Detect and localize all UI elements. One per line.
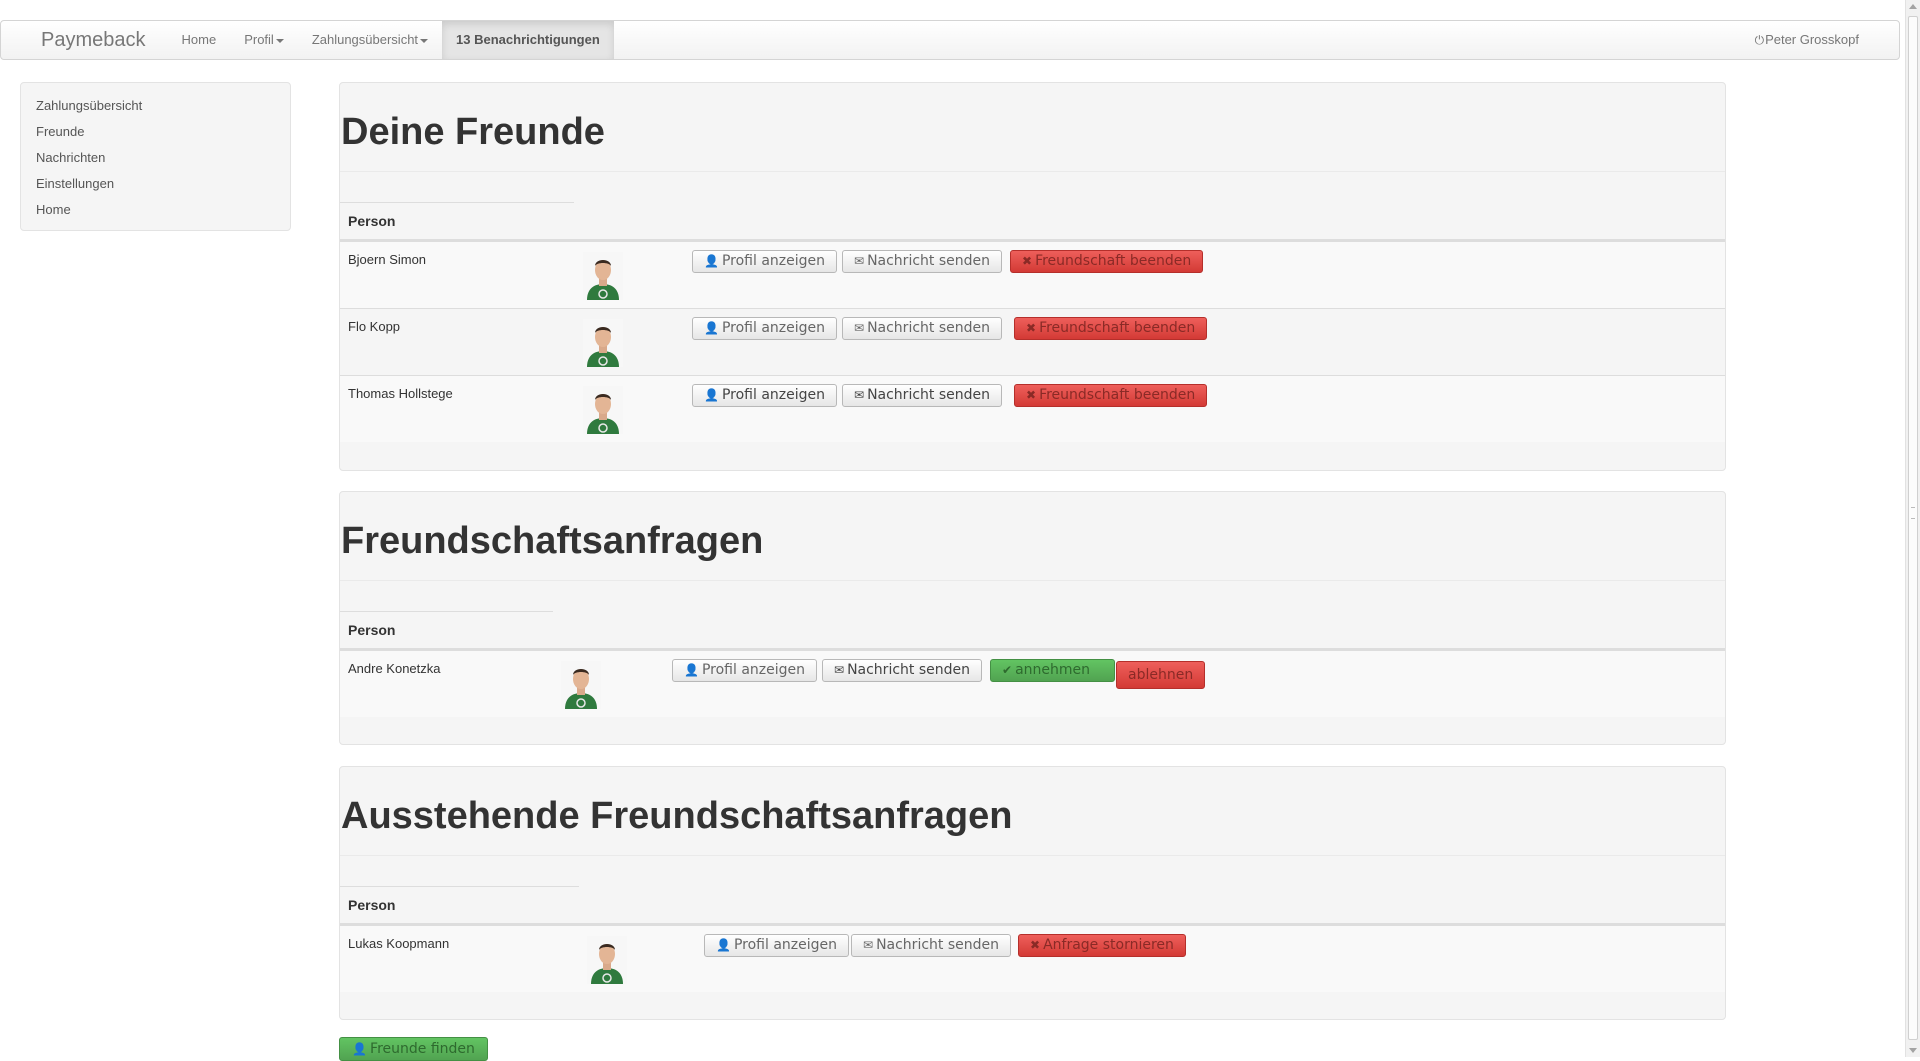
- profile-button[interactable]: 👤 Profil anzeigen: [692, 384, 837, 407]
- envelope-icon: ✉: [834, 663, 845, 677]
- sidebar: Zahlungsübersicht Freunde Nachrichten Ei…: [20, 82, 291, 231]
- profile-button-label: Profil anzeigen: [733, 937, 837, 953]
- profile-button[interactable]: 👤 Profil anzeigen: [672, 659, 817, 682]
- profile-button-label: Profil anzeigen: [721, 387, 825, 403]
- envelope-icon: ✉: [854, 388, 865, 402]
- sidebar-item-nachrichten[interactable]: Nachrichten: [36, 145, 275, 171]
- person-name: Thomas Hollstege: [348, 386, 453, 401]
- nav-profil-label: Profil: [244, 32, 274, 47]
- column-header-person: Person: [340, 886, 579, 923]
- message-button[interactable]: ✉ Nachricht senden: [822, 659, 982, 682]
- top-navbar: Paymeback Home Profil Zahlungsübersicht …: [0, 20, 1900, 60]
- power-icon: ⏻: [1754, 33, 1765, 47]
- table-row: Andre Konetzka 👤 Profil anzeigen ✉ Nachric…: [340, 650, 1725, 717]
- remove-icon: ✖: [1026, 388, 1037, 402]
- decline-label: ablehnen: [1128, 667, 1194, 683]
- remove-icon: ✖: [1026, 321, 1037, 335]
- nav-notifications[interactable]: 13 Benachrichtigungen: [442, 21, 614, 59]
- column-header-person: Person: [340, 202, 574, 239]
- vertical-scrollbar[interactable]: [1905, 0, 1920, 1057]
- table-row: Lukas Koopmann 👤 Profil anzeigen ✉ Nachric…: [340, 925, 1725, 992]
- message-button-label: Nachricht senden: [867, 320, 990, 336]
- avatar: [561, 661, 601, 709]
- user-icon: 👤: [704, 254, 719, 268]
- sidebar-item-home[interactable]: Home: [36, 197, 275, 223]
- nav-zahlungen-dropdown[interactable]: Zahlungsübersicht: [298, 21, 442, 59]
- scroll-down-arrow-icon[interactable]: [1909, 1048, 1917, 1053]
- cancel-request-button[interactable]: ✖ Anfrage stornieren: [1018, 934, 1186, 957]
- envelope-icon: ✉: [854, 321, 865, 335]
- profile-button-label: Profil anzeigen: [721, 320, 825, 336]
- friends-panel: Deine Freunde Person Bjoern Simon 👤 Profi…: [339, 82, 1726, 471]
- message-button[interactable]: ✉ Nachricht senden: [842, 250, 1002, 273]
- requests-title: Freundschaftsanfragen: [341, 520, 764, 562]
- scroll-up-arrow-icon[interactable]: [1909, 4, 1917, 9]
- end-friendship-button[interactable]: ✖ Freundschaft beenden: [1014, 317, 1208, 340]
- avatar: [583, 252, 623, 300]
- table-row: Flo Kopp 👤 Profil anzeigen ✉ Nachricht sen…: [340, 308, 1725, 375]
- accept-label: annehmen: [1015, 662, 1090, 678]
- column-header-person: Person: [340, 611, 553, 648]
- message-button[interactable]: ✉ Nachricht senden: [851, 934, 1011, 957]
- cancel-request-label: Anfrage stornieren: [1043, 937, 1174, 953]
- table-row: Thomas Hollstege 👤 Profil anzeigen ✉ Nachr…: [340, 375, 1725, 442]
- pending-title: Ausstehende Freundschaftsanfragen: [341, 795, 1013, 837]
- end-friendship-button[interactable]: ✖ Freundschaft beenden: [1010, 250, 1204, 273]
- profile-button[interactable]: 👤 Profil anzeigen: [692, 250, 837, 273]
- person-name: Lukas Koopmann: [348, 936, 450, 951]
- profile-button-label: Profil anzeigen: [721, 253, 825, 269]
- nav-profil-dropdown[interactable]: Profil: [230, 21, 298, 59]
- remove-icon: ✖: [1030, 938, 1041, 952]
- message-button-label: Nachricht senden: [876, 937, 999, 953]
- scroll-thumb[interactable]: [1908, 16, 1918, 1040]
- check-icon: ✔: [1002, 663, 1013, 677]
- requests-panel: Freundschaftsanfragen Person Andre Konet…: [339, 491, 1726, 745]
- table-row: Bjoern Simon 👤 Profil anzeigen ✉ Nachricht…: [340, 241, 1725, 308]
- user-icon: 👤: [704, 321, 719, 335]
- caret-down-icon: [420, 38, 429, 43]
- profile-button[interactable]: 👤 Profil anzeigen: [692, 317, 837, 340]
- person-name: Bjoern Simon: [348, 252, 427, 267]
- user-icon: 👤: [704, 388, 719, 402]
- message-button-label: Nachricht senden: [867, 387, 990, 403]
- find-friends-label: Freunde finden: [370, 1041, 475, 1057]
- nav-home[interactable]: Home: [168, 21, 231, 59]
- pending-panel: Ausstehende Freundschaftsanfragen Person…: [339, 766, 1726, 1020]
- user-icon: 👤: [684, 663, 699, 677]
- end-friendship-label: Freundschaft beenden: [1039, 387, 1196, 403]
- friends-title: Deine Freunde: [341, 111, 605, 153]
- person-name: Andre Konetzka: [348, 661, 441, 676]
- message-button-label: Nachricht senden: [867, 253, 990, 269]
- sidebar-item-einstellungen[interactable]: Einstellungen: [36, 171, 275, 197]
- message-button[interactable]: ✉ Nachricht senden: [842, 317, 1002, 340]
- end-friendship-label: Freundschaft beenden: [1035, 253, 1192, 269]
- envelope-icon: ✉: [854, 254, 865, 268]
- envelope-icon: ✉: [863, 938, 874, 952]
- brand-link[interactable]: Paymeback: [1, 20, 168, 60]
- avatar: [583, 386, 623, 434]
- find-friends-button[interactable]: 👤 Freunde finden: [339, 1037, 488, 1061]
- end-friendship-button[interactable]: ✖ Freundschaft beenden: [1014, 384, 1208, 407]
- profile-button-label: Profil anzeigen: [701, 662, 805, 678]
- end-friendship-label: Freundschaft beenden: [1039, 320, 1196, 336]
- remove-icon: ✖: [1022, 254, 1033, 268]
- profile-button[interactable]: 👤 Profil anzeigen: [704, 934, 849, 957]
- message-button-label: Nachricht senden: [847, 662, 970, 678]
- user-icon: 👤: [716, 938, 731, 952]
- person-name: Flo Kopp: [348, 319, 401, 334]
- user-logout-link[interactable]: ⏻Peter Grosskopf: [1755, 21, 1859, 59]
- message-button[interactable]: ✉ Nachricht senden: [842, 384, 1002, 407]
- nav-zahlungen-label: Zahlungsübersicht: [311, 32, 419, 47]
- avatar: [587, 936, 627, 984]
- grip-icon: [1911, 507, 1915, 519]
- sidebar-item-zahlungen[interactable]: Zahlungsübersicht: [36, 93, 275, 119]
- caret-down-icon: [275, 38, 284, 43]
- decline-button[interactable]: ablehnen: [1116, 661, 1206, 689]
- avatar: [583, 319, 623, 367]
- sidebar-item-freunde[interactable]: Freunde: [36, 119, 275, 145]
- user-icon: 👤: [352, 1042, 368, 1056]
- user-name: Peter Grosskopf: [1765, 32, 1859, 47]
- accept-button[interactable]: ✔ annehmen: [990, 659, 1115, 682]
